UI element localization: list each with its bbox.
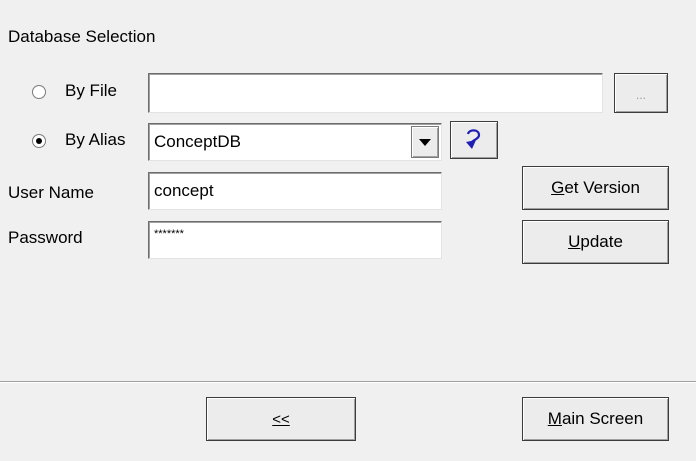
get-version-button[interactable]: Get Version [522, 166, 669, 210]
by-file-radio[interactable] [32, 85, 46, 99]
get-version-rest: et Version [564, 178, 640, 197]
user-name-text[interactable] [149, 173, 441, 209]
update-rest: pdate [580, 232, 623, 251]
file-path-text[interactable] [149, 74, 602, 112]
refresh-icon [466, 129, 481, 149]
password-masked-text: ******* [154, 228, 184, 240]
by-alias-label[interactable]: By Alias [65, 130, 125, 150]
file-path-input[interactable] [148, 73, 603, 113]
alias-dropdown-button[interactable] [411, 126, 439, 158]
update-mnemonic: U [568, 232, 581, 251]
alias-select[interactable]: ConceptDB [148, 123, 442, 161]
main-screen-mnemonic: M [547, 409, 562, 428]
radio-selected-dot [36, 138, 42, 144]
chevron-down-icon [419, 138, 431, 146]
back-label: << [272, 410, 290, 428]
password-label: Password [8, 228, 83, 247]
refresh-alias-button[interactable] [450, 121, 498, 159]
update-button[interactable]: Update [522, 220, 669, 264]
get-version-mnemonic: G [551, 178, 565, 197]
section-title: Database Selection [8, 27, 156, 46]
main-screen-button[interactable]: Main Screen [522, 397, 669, 441]
back-button[interactable]: << [206, 397, 356, 441]
main-screen-rest: ain Screen [561, 409, 644, 428]
user-name-label: User Name [8, 183, 94, 202]
separator-light [0, 382, 696, 383]
by-file-label[interactable]: By File [65, 81, 117, 101]
browse-button[interactable]: ... [614, 73, 668, 113]
alias-select-value: ConceptDB [154, 132, 241, 151]
user-name-input[interactable] [148, 172, 442, 210]
password-input[interactable]: ******* [148, 221, 442, 259]
by-alias-radio[interactable] [32, 134, 46, 148]
